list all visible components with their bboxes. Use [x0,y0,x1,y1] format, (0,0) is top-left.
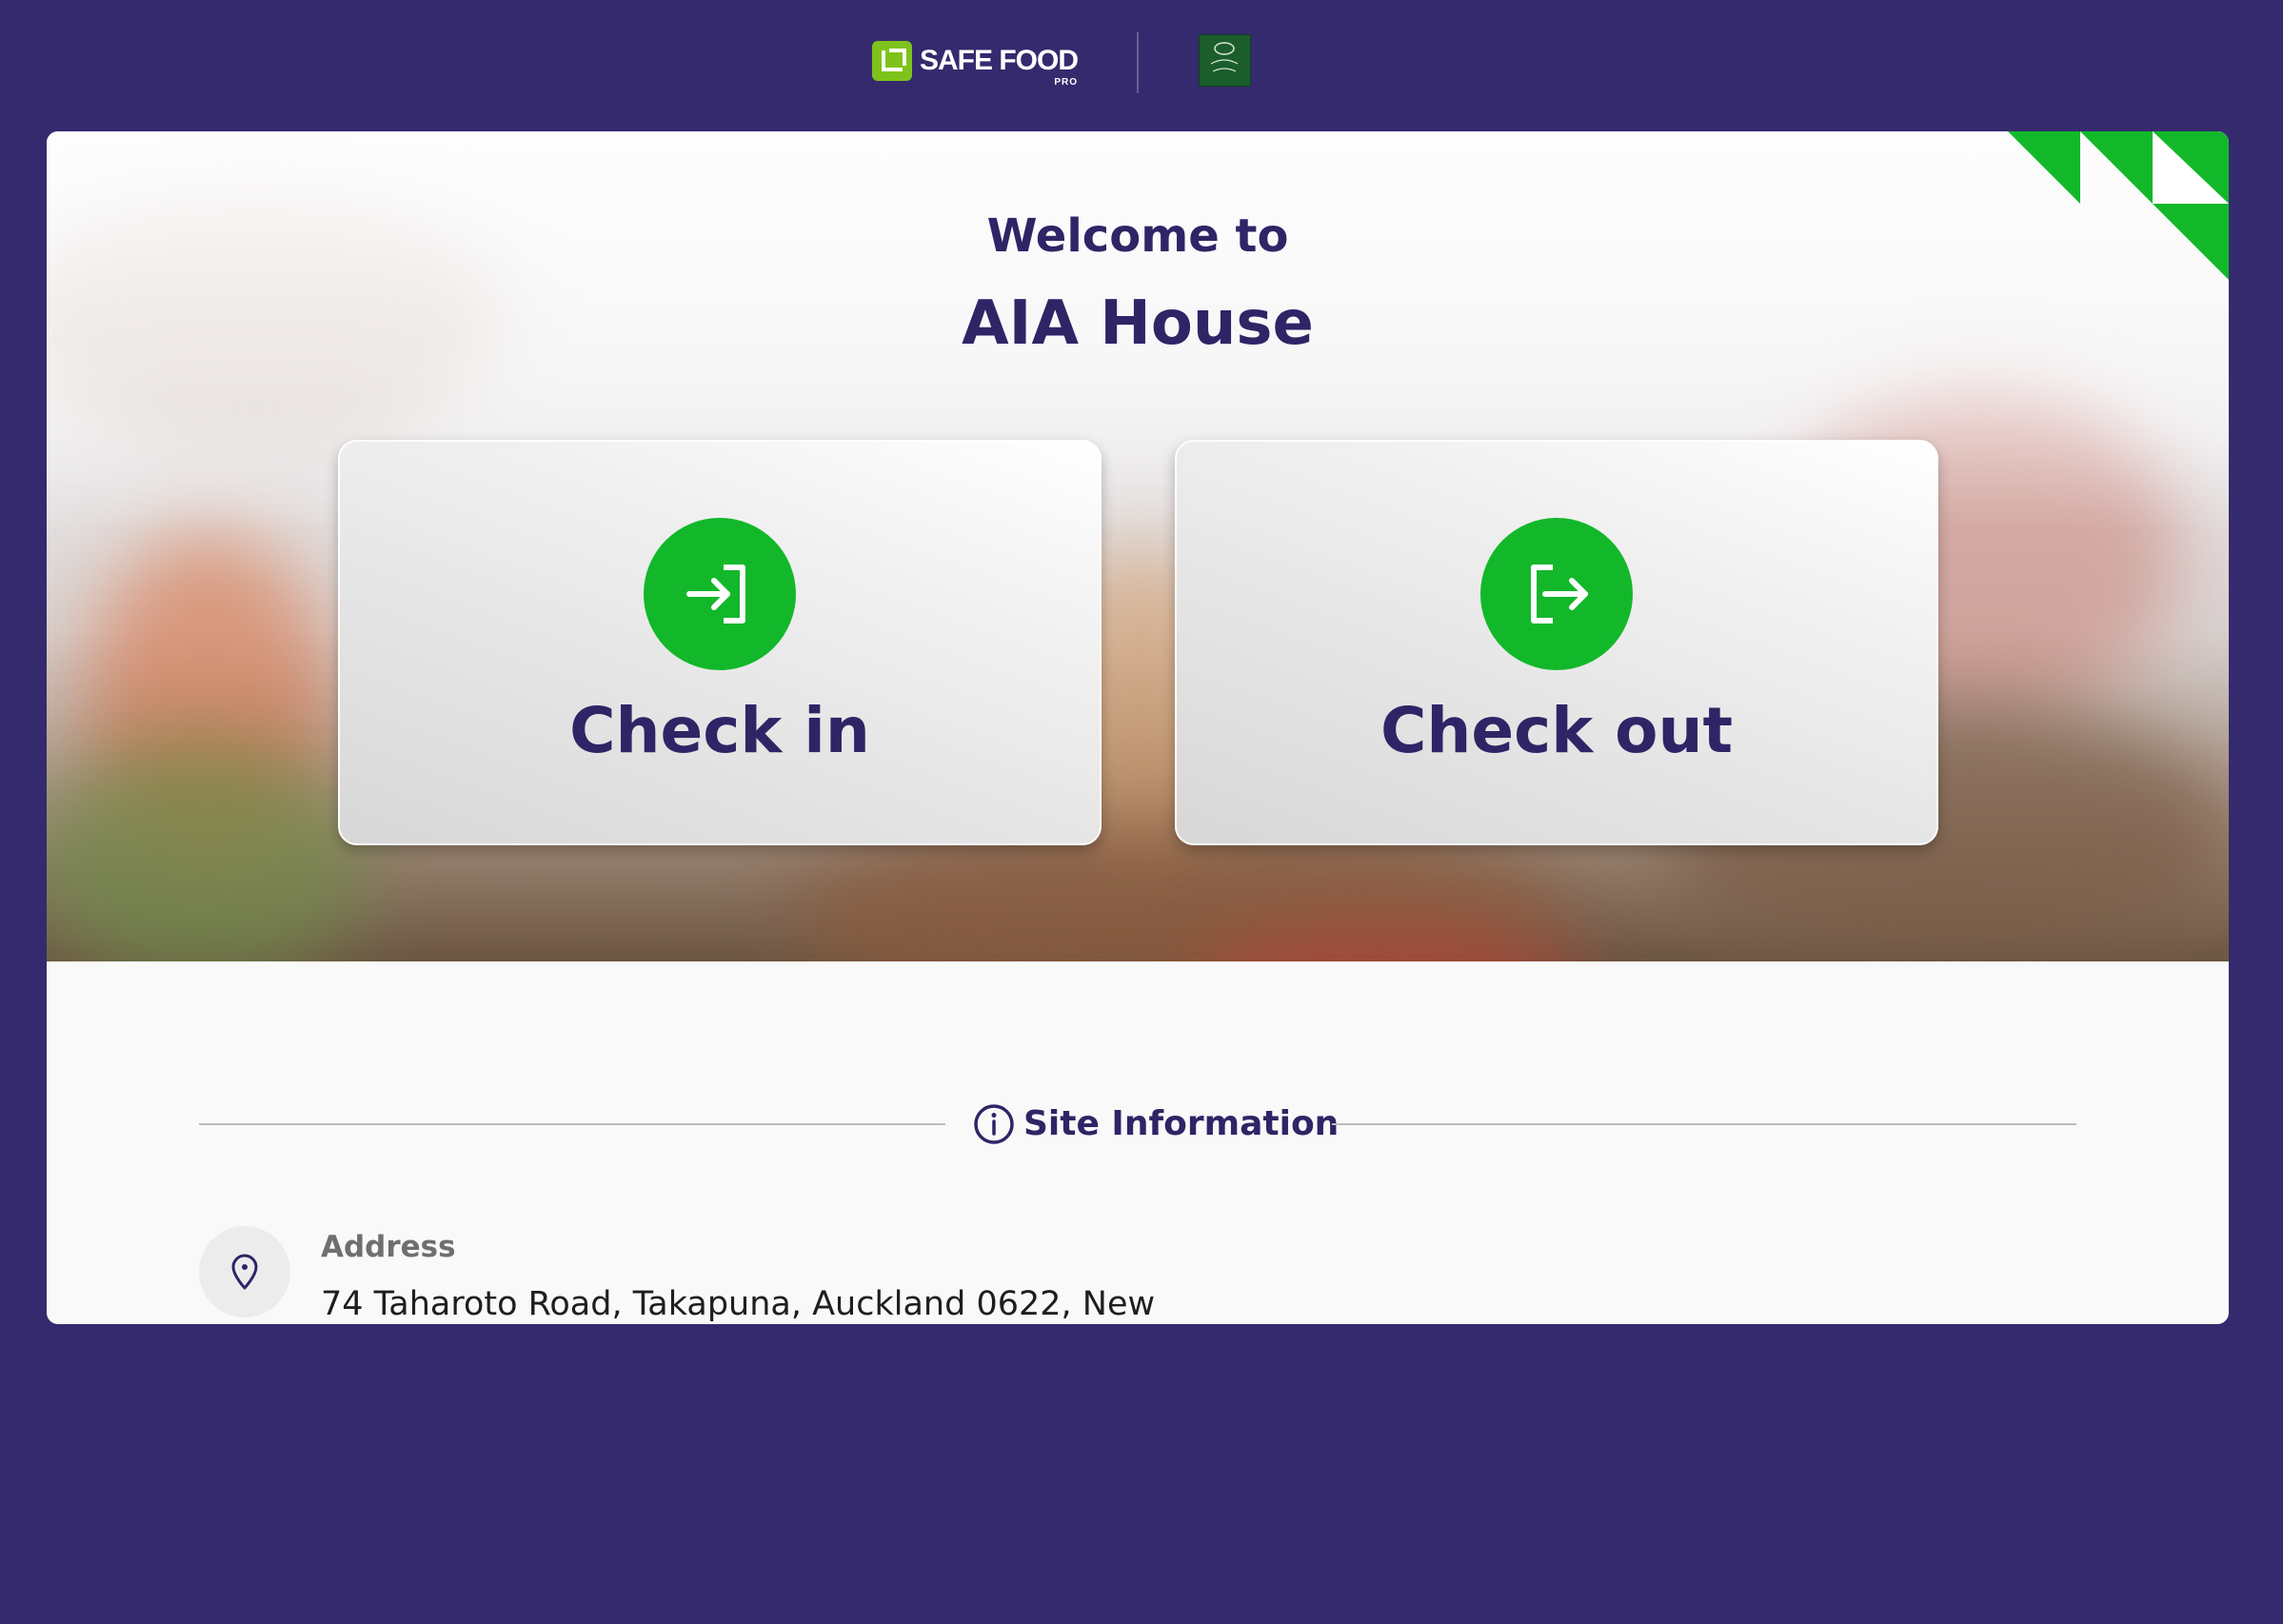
brand-name: SAFE FOOD [920,45,1079,76]
safe-food-logo: SAFE FOOD PRO [872,38,1079,88]
welcome-text: Welcome to [986,209,1289,263]
site-information-header: Site Information [199,1095,2076,1152]
main-card: Welcome to AIA House Check in Check out … [47,131,2229,1324]
divider-line [199,1123,945,1125]
site-information-title: Site Information [1023,1104,1340,1143]
safe-food-logo-mark-icon [872,41,912,81]
info-icon [974,1104,1014,1144]
top-header: SAFE FOOD PRO [0,0,2283,129]
check-in-button[interactable]: Check in [338,440,1102,845]
check-out-label: Check out [1380,694,1734,767]
location-pin-icon [199,1226,290,1317]
logout-icon [1480,518,1633,670]
brand-sub: PRO [1054,77,1079,88]
login-icon [644,518,796,670]
address-label: Address [321,1230,456,1264]
partner-logo [1199,34,1251,87]
check-in-label: Check in [569,694,870,767]
address-value: 74 Taharoto Road, Takapuna, Auckland 062… [321,1285,1156,1323]
hero-banner: Welcome to AIA House Check in Check out [47,131,2229,961]
header-divider [1137,32,1139,93]
divider-line [1332,1123,2076,1125]
site-name: AIA House [962,288,1314,359]
check-out-button[interactable]: Check out [1175,440,1938,845]
